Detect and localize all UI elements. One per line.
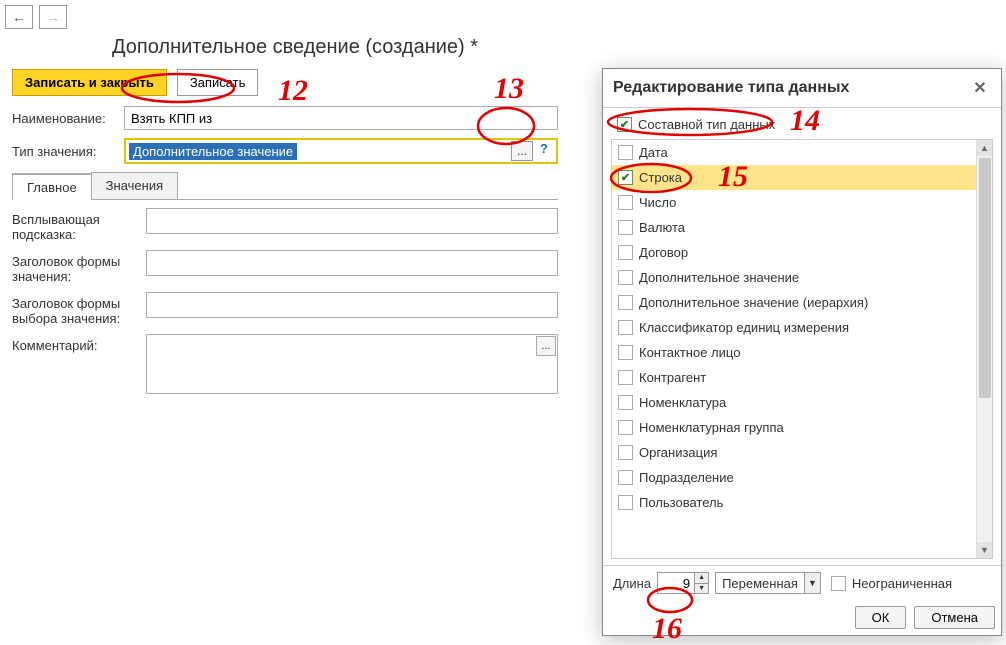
composite-label: Составной тип данных — [638, 117, 775, 132]
type-label: Номенклатурная группа — [639, 420, 784, 435]
type-checkbox[interactable] — [618, 220, 633, 235]
type-picker-button[interactable]: ... — [511, 141, 533, 161]
length-type-dropdown[interactable]: Переменная ▼ — [715, 572, 821, 594]
type-option[interactable]: Дополнительное значение (иерархия) — [612, 290, 992, 315]
length-spinner[interactable]: ▲ ▼ — [657, 572, 709, 594]
page-title: Дополнительное сведение (создание) * — [0, 32, 1006, 65]
type-option[interactable]: ✔ Строка — [612, 165, 992, 190]
type-help-button[interactable]: ? — [535, 141, 553, 161]
type-option[interactable]: Число — [612, 190, 992, 215]
type-label: Дата — [639, 145, 668, 160]
type-label: Валюта — [639, 220, 685, 235]
type-option[interactable]: Контрагент — [612, 365, 992, 390]
tooltip-label: Всплывающая подсказка: — [12, 208, 142, 242]
type-label: Номенклатура — [639, 395, 726, 410]
type-option[interactable]: Дата — [612, 140, 992, 165]
composite-checkbox[interactable]: ✔ — [617, 117, 632, 132]
type-label: Дополнительное значение (иерархия) — [639, 295, 868, 310]
chevron-down-icon[interactable]: ▼ — [804, 573, 820, 593]
type-editor-popup: Редактирование типа данных ✕ ✔ Составной… — [602, 68, 1002, 636]
type-checkbox[interactable] — [618, 345, 633, 360]
tab-values[interactable]: Значения — [91, 172, 178, 199]
type-value-selected: Дополнительное значение — [129, 143, 297, 160]
type-option[interactable]: Договор — [612, 240, 992, 265]
type-option[interactable]: Контактное лицо — [612, 340, 992, 365]
type-checkbox[interactable] — [618, 470, 633, 485]
spinner-up[interactable]: ▲ — [694, 573, 708, 584]
tab-main[interactable]: Главное — [12, 173, 92, 200]
form-title-input[interactable] — [146, 250, 558, 276]
save-close-button[interactable]: Записать и закрыть — [12, 69, 167, 96]
type-checkbox[interactable] — [618, 245, 633, 260]
type-checkbox[interactable] — [618, 195, 633, 210]
comment-expand-button[interactable]: ... — [536, 336, 556, 356]
length-type-value: Переменная — [716, 576, 804, 591]
type-checkbox[interactable] — [618, 145, 633, 160]
type-checkbox[interactable] — [618, 495, 633, 510]
unlimited-label: Неограниченная — [852, 576, 952, 591]
type-label: Контактное лицо — [639, 345, 740, 360]
type-label: Договор — [639, 245, 688, 260]
nav-forward-button[interactable]: → — [39, 5, 67, 29]
unlimited-checkbox[interactable] — [831, 576, 846, 591]
length-input[interactable] — [658, 573, 694, 593]
name-label: Наименование: — [12, 111, 120, 126]
type-label: Пользователь — [639, 495, 723, 510]
save-button[interactable]: Записать — [177, 69, 259, 96]
nav-back-button[interactable]: ← — [5, 5, 33, 29]
cancel-button[interactable]: Отмена — [914, 606, 995, 629]
type-checkbox[interactable] — [618, 395, 633, 410]
type-label: Дополнительное значение — [639, 270, 799, 285]
ok-button[interactable]: ОК — [855, 606, 907, 629]
popup-title: Редактирование типа данных — [613, 79, 849, 97]
type-option[interactable]: Классификатор единиц измерения — [612, 315, 992, 340]
type-checkbox[interactable] — [618, 295, 633, 310]
type-label: Контрагент — [639, 370, 706, 385]
type-label: Тип значения: — [12, 144, 120, 159]
type-checkbox[interactable]: ✔ — [618, 170, 633, 185]
choice-title-label: Заголовок формы выбора значения: — [12, 292, 142, 326]
length-label: Длина — [613, 576, 651, 591]
type-checkbox[interactable] — [618, 320, 633, 335]
spinner-down[interactable]: ▼ — [694, 584, 708, 594]
type-option[interactable]: Пользователь — [612, 490, 992, 515]
scrollbar[interactable]: ▲ ▼ — [976, 140, 992, 558]
type-label: Организация — [639, 445, 717, 460]
name-input[interactable] — [124, 106, 558, 130]
type-option[interactable]: Дополнительное значение — [612, 265, 992, 290]
type-option[interactable]: Организация — [612, 440, 992, 465]
type-option[interactable]: Номенклатурная группа — [612, 415, 992, 440]
comment-label: Комментарий: — [12, 334, 142, 353]
type-label: Число — [639, 195, 676, 210]
type-label: Подразделение — [639, 470, 734, 485]
type-option[interactable]: Номенклатура — [612, 390, 992, 415]
scrollbar-thumb[interactable] — [979, 158, 991, 398]
type-checkbox[interactable] — [618, 270, 633, 285]
type-option[interactable]: Подразделение — [612, 465, 992, 490]
comment-textarea[interactable] — [146, 334, 558, 394]
type-list: Дата ✔ Строка Число Валюта Договор Дополнитель… — [611, 139, 993, 559]
type-checkbox[interactable] — [618, 445, 633, 460]
form-title-label: Заголовок формы значения: — [12, 250, 142, 284]
choice-title-input[interactable] — [146, 292, 558, 318]
close-icon[interactable]: ✕ — [969, 77, 991, 99]
type-label: Классификатор единиц измерения — [639, 320, 849, 335]
type-input[interactable]: Дополнительное значение ... ? — [124, 138, 558, 164]
type-option[interactable]: Валюта — [612, 215, 992, 240]
type-checkbox[interactable] — [618, 370, 633, 385]
type-label: Строка — [639, 170, 682, 185]
type-checkbox[interactable] — [618, 420, 633, 435]
tooltip-input[interactable] — [146, 208, 558, 234]
